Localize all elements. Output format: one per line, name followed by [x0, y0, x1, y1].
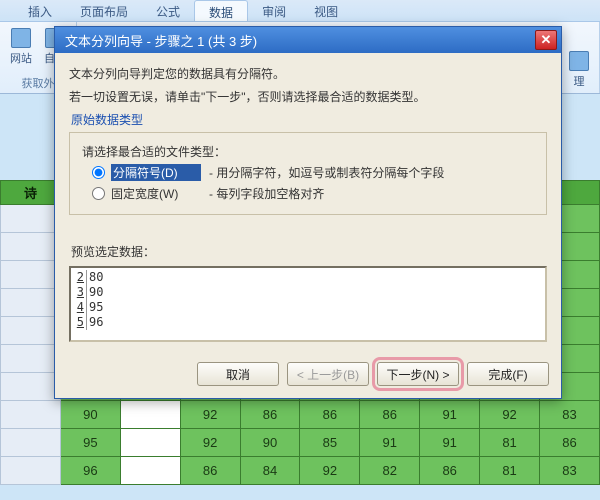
cell[interactable]	[1, 373, 61, 401]
ribbon-btn-mgr[interactable]: 理	[565, 49, 593, 91]
cell[interactable]: 84	[240, 457, 300, 485]
cell[interactable]	[1, 345, 61, 373]
preview-label: 预览选定数据：	[71, 243, 547, 260]
dialog-body: 文本分列向导判定您的数据具有分隔符。 若一切设置无误，请单击"下一步"，否则请选…	[55, 53, 561, 354]
preview-line[interactable]: 596	[75, 315, 541, 330]
globe-icon	[11, 28, 31, 48]
close-button[interactable]: ✕	[535, 30, 557, 50]
finish-button[interactable]: 完成(F)	[467, 362, 549, 386]
cell[interactable]: 85	[300, 429, 360, 457]
cell[interactable]: 91	[360, 429, 420, 457]
preview-line[interactable]: 390	[75, 285, 541, 300]
dialog-desc-1: 文本分列向导判定您的数据具有分隔符。	[69, 65, 547, 82]
cell[interactable]: 86	[240, 401, 300, 429]
cell[interactable]	[1, 261, 61, 289]
dialog-titlebar[interactable]: 文本分列向导 - 步骤之 1 (共 3 步) ✕	[55, 27, 561, 53]
dialog-button-row: 取消 < 上一步(B) 下一步(N) > 完成(F)	[55, 354, 561, 398]
preview-line[interactable]: 495	[75, 300, 541, 315]
ribbon-btn-web[interactable]: 网站	[6, 26, 36, 68]
cell[interactable]: 95	[60, 429, 120, 457]
cell[interactable]: 90	[60, 401, 120, 429]
cell[interactable]: 82	[360, 457, 420, 485]
cell[interactable]	[1, 289, 61, 317]
cell[interactable]: 86	[360, 401, 420, 429]
manage-icon	[569, 51, 589, 71]
radio-delimited-label: 分隔符号(D)	[111, 164, 201, 181]
radio-fixed-desc: - 每列字段加空格对齐	[209, 185, 324, 202]
radio-fixed-width[interactable]	[92, 187, 105, 200]
cell[interactable]	[120, 429, 180, 457]
cell[interactable]	[1, 205, 61, 233]
col-header[interactable]: 诗	[1, 181, 61, 205]
original-data-type-fieldset: 请选择最合适的文件类型： 分隔符号(D) - 用分隔字符，如逗号或制表符分隔每个…	[69, 132, 547, 215]
radio-delimited-desc: - 用分隔字符，如逗号或制表符分隔每个字段	[209, 164, 444, 181]
radio-delimited[interactable]	[92, 166, 105, 179]
tab-formula[interactable]: 公式	[142, 0, 194, 21]
fieldset-legend: 原始数据类型	[71, 111, 547, 128]
cell[interactable]: 86	[180, 457, 240, 485]
radio-fixed-row[interactable]: 固定宽度(W) - 每列字段加空格对齐	[92, 185, 534, 202]
next-button[interactable]: 下一步(N) >	[377, 362, 459, 386]
cell[interactable]	[1, 233, 61, 261]
cell[interactable]: 96	[60, 457, 120, 485]
cell[interactable]	[1, 429, 61, 457]
ribbon-tabs: 插入 页面布局 公式 数据 审阅 视图	[0, 0, 600, 22]
cell[interactable]	[1, 401, 61, 429]
cell[interactable]: 91	[420, 429, 480, 457]
tab-layout[interactable]: 页面布局	[66, 0, 142, 21]
cell[interactable]: 92	[300, 457, 360, 485]
cell[interactable]	[1, 457, 61, 485]
tab-data[interactable]: 数据	[194, 0, 248, 21]
dialog-title: 文本分列向导 - 步骤之 1 (共 3 步)	[65, 31, 535, 50]
dialog-desc-2: 若一切设置无误，请单击"下一步"，否则请选择最合适的数据类型。	[69, 88, 547, 105]
cancel-button[interactable]: 取消	[197, 362, 279, 386]
tab-insert[interactable]: 插入	[14, 0, 66, 21]
cell[interactable]	[1, 317, 61, 345]
cell[interactable]: 86	[420, 457, 480, 485]
cell[interactable]: 90	[240, 429, 300, 457]
back-button: < 上一步(B)	[287, 362, 369, 386]
tab-view[interactable]: 视图	[300, 0, 352, 21]
radio-delimited-row[interactable]: 分隔符号(D) - 用分隔字符，如逗号或制表符分隔每个字段	[92, 164, 534, 181]
cell[interactable]: 92	[180, 401, 240, 429]
cell[interactable]: 86	[540, 429, 600, 457]
cell[interactable]: 81	[480, 457, 540, 485]
ribbon-btn-web-label: 网站	[10, 50, 32, 66]
cell[interactable]: 83	[540, 401, 600, 429]
cell[interactable]: 86	[300, 401, 360, 429]
text-to-columns-wizard-dialog: 文本分列向导 - 步骤之 1 (共 3 步) ✕ 文本分列向导判定您的数据具有分…	[54, 26, 562, 399]
cell[interactable]: 92	[480, 401, 540, 429]
ribbon-btn-mgr-label: 理	[574, 73, 585, 89]
close-icon: ✕	[541, 32, 552, 48]
choose-type-label: 请选择最合适的文件类型：	[82, 143, 534, 160]
cell[interactable]: 81	[480, 429, 540, 457]
radio-fixed-label: 固定宽度(W)	[111, 185, 201, 202]
cell[interactable]	[120, 401, 180, 429]
cell[interactable]: 91	[420, 401, 480, 429]
tab-review[interactable]: 审阅	[248, 0, 300, 21]
cell[interactable]: 83	[540, 457, 600, 485]
preview-line[interactable]: 280	[75, 270, 541, 285]
cell[interactable]	[120, 457, 180, 485]
cell[interactable]: 92	[180, 429, 240, 457]
preview-listbox[interactable]: 280390495596	[69, 266, 547, 342]
